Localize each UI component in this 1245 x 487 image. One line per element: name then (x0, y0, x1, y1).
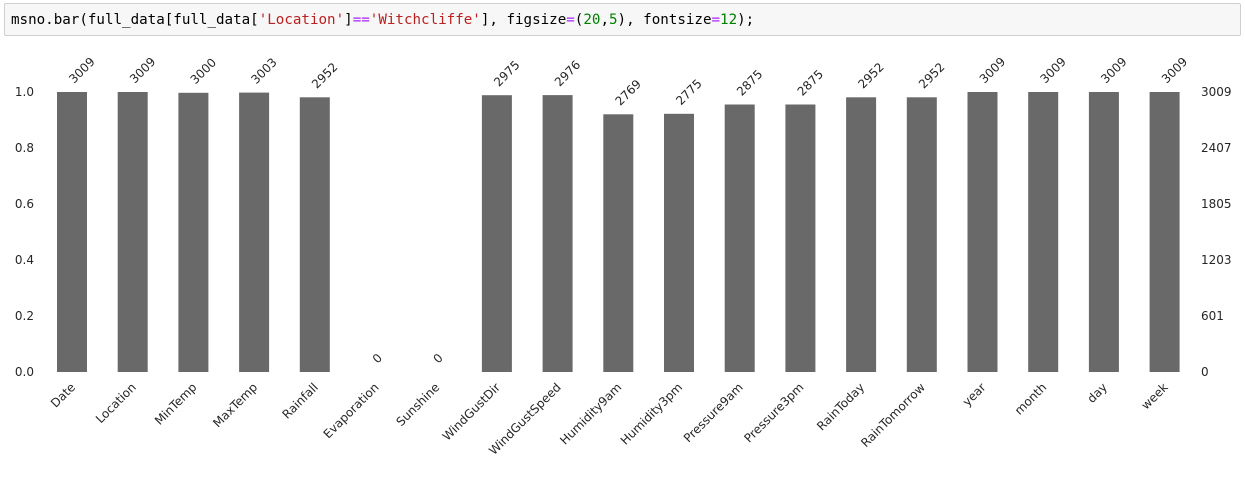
bars-layer (57, 92, 1180, 373)
bar-pressure3pm (785, 104, 816, 372)
x-tick-label: Date (48, 380, 78, 410)
bar-windgustdir (481, 95, 512, 372)
bar-week (1149, 92, 1180, 372)
right-tick-label: 1805 (1201, 197, 1232, 211)
count-label: 2976 (552, 58, 583, 89)
x-tick-label: Pressure3pm (741, 380, 806, 445)
x-tick-label: Evaporation (321, 380, 382, 441)
bar-raintoday (846, 97, 877, 373)
bar-year (967, 92, 998, 372)
x-tick-label: year (960, 380, 989, 409)
right-tick-label: 3009 (1201, 85, 1232, 99)
left-tick-label: 0.8 (15, 141, 34, 155)
x-tick-label: Sunshine (394, 380, 443, 429)
count-label: 3009 (1037, 55, 1068, 86)
left-tick-label: 1.0 (15, 85, 34, 99)
left-tick-label: 0.6 (15, 197, 34, 211)
count-label: 2775 (673, 76, 704, 107)
count-label: 3009 (66, 55, 97, 86)
bar-raintomorrow (906, 97, 937, 373)
bar-mintemp (178, 92, 209, 373)
bar-maxtemp (239, 92, 270, 372)
x-tick-label: day (1085, 380, 1111, 406)
left-tick-label: 0.4 (15, 253, 34, 267)
count-label: 2952 (855, 60, 886, 91)
count-label: 3003 (248, 55, 279, 86)
bar-day (1088, 92, 1119, 372)
bar-rainfall (299, 97, 330, 373)
count-label: 3009 (1098, 55, 1129, 86)
right-tick-label: 1203 (1201, 253, 1232, 267)
bar-location (117, 92, 148, 372)
bar-date (57, 92, 87, 372)
x-tick-label: RainToday (814, 380, 867, 433)
x-tick-label: MinTemp (152, 380, 200, 428)
count-label: 3009 (127, 55, 158, 86)
left-tick-label: 0.0 (15, 365, 34, 379)
left-tick-label: 0.2 (15, 309, 34, 323)
count-label: 2952 (916, 60, 947, 91)
count-label: 0 (430, 351, 445, 366)
count-label: 2952 (309, 60, 340, 91)
x-tick-label: Pressure9am (681, 380, 746, 445)
x-tick-label: month (1012, 380, 1049, 417)
count-label: 2875 (734, 67, 765, 98)
x-tick-label: Location (93, 380, 139, 426)
count-label: 3000 (188, 55, 219, 86)
right-tick-label: 2407 (1201, 141, 1232, 155)
x-tick-label: Rainfall (279, 380, 320, 421)
bar-humidity9am (603, 114, 634, 373)
right-tick-label: 601 (1201, 309, 1224, 323)
count-label: 0 (370, 351, 385, 366)
x-tick-label: MaxTemp (210, 380, 260, 430)
left-axis: 0.0 0.2 0.4 0.6 0.8 1.0 (15, 85, 34, 379)
x-tick-label: week (1139, 380, 1171, 412)
bar-month (1028, 92, 1059, 372)
bar-humidity3pm (664, 113, 694, 373)
x-tick-label: RainTomorrow (858, 380, 928, 450)
count-label: 3009 (977, 55, 1008, 86)
count-label: 2769 (613, 77, 644, 108)
missingno-bar-chart: 3009 3009 3000 3003 2952 0 0 2975 2976 2769 2775 28… (15, 55, 1232, 458)
count-label: 3009 (1159, 55, 1190, 86)
right-tick-label: 0 (1201, 365, 1209, 379)
bar-windgustspeed (542, 95, 573, 372)
x-tick-label: WindGustDir (440, 380, 503, 443)
right-axis: 0 601 1203 1805 2407 3009 (1201, 85, 1232, 379)
x-tick-label: Humidity9am (557, 380, 624, 447)
count-label: 2975 (491, 58, 522, 89)
bar-pressure9am (724, 104, 755, 372)
x-axis-labels: Date Location MinTemp MaxTemp Rainfall Evapor… (48, 380, 1171, 458)
x-tick-label: Humidity3pm (618, 380, 685, 447)
count-label: 2875 (795, 67, 826, 98)
